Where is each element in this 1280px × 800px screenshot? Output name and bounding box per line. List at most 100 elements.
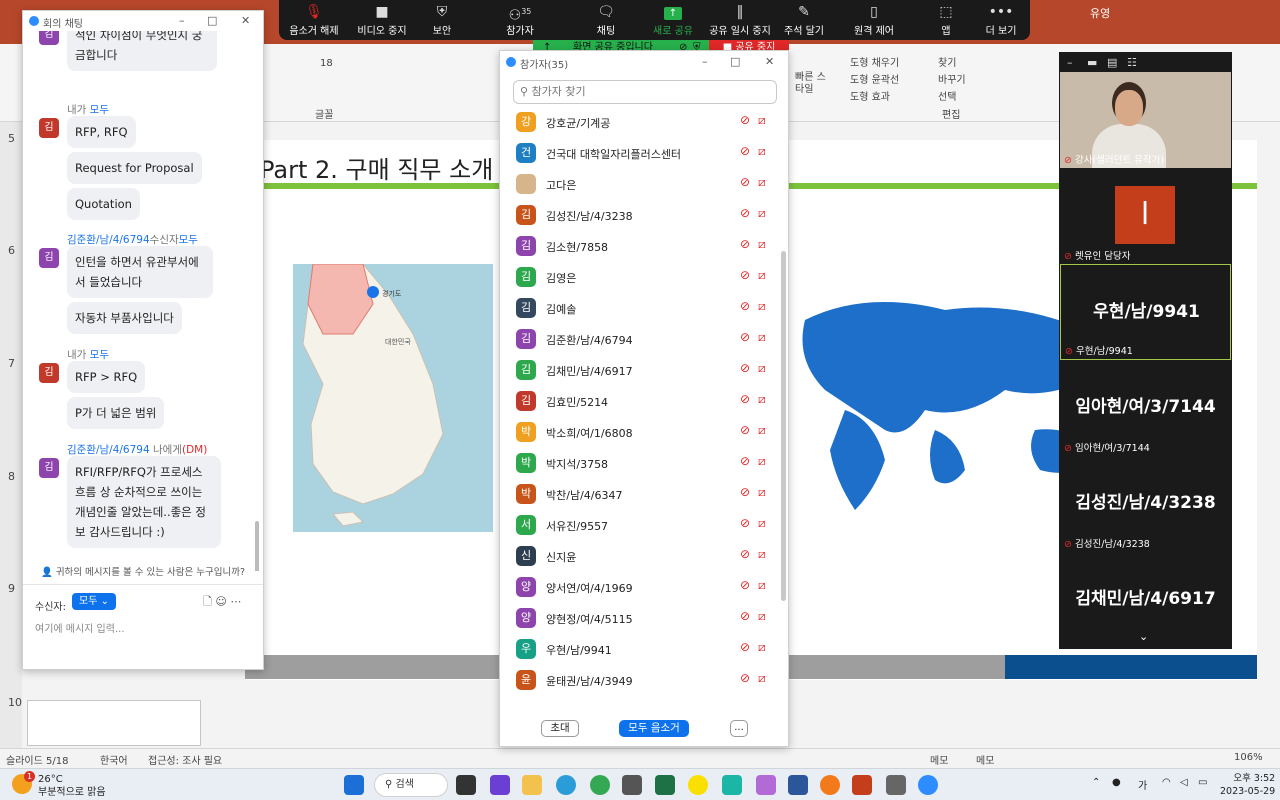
unmute-button[interactable]: 🎙 음소거 해제 [283, 0, 345, 40]
minimize-icon[interactable]: – [702, 55, 708, 68]
find-button[interactable]: 찾기 [938, 54, 956, 69]
minimize-icon[interactable]: – [179, 14, 185, 27]
battery-icon[interactable]: ▭ [1198, 777, 1207, 788]
accessibility-check[interactable]: 접근성: 조사 필요 [148, 752, 222, 767]
ime-indicator[interactable]: 가 [1138, 777, 1147, 792]
participant-row[interactable]: 박 박찬/남/4/6347 ⊘ ⧄ [500, 481, 780, 512]
teams-chat-icon[interactable] [490, 775, 510, 795]
camera-icon[interactable] [886, 775, 906, 795]
video-tile-name: ⊘ 우현/남/9941 [1065, 346, 1133, 357]
new-share-button[interactable]: ↑ 새로 공유 [645, 0, 701, 40]
task-view-icon[interactable] [456, 775, 476, 795]
video-tile-participant[interactable]: 임아현/여/3/7144 ⊘ 임아현/여/3/7144 [1060, 360, 1231, 456]
participant-row[interactable]: 윤 윤태권/남/4/3949 ⊘ ⧄ [500, 667, 780, 698]
zoom-icon[interactable] [918, 775, 938, 795]
participant-row[interactable]: 강 강호균/기계공 ⊘ ⧄ [500, 109, 780, 140]
participant-scrollbar[interactable] [781, 251, 786, 601]
shape-fill-button[interactable]: 도형 채우기 [850, 54, 899, 69]
more-icon[interactable]: ⋯ [230, 595, 241, 608]
music-app-icon[interactable] [722, 775, 742, 795]
gallery-view-icon[interactable]: ☷ [1127, 56, 1137, 69]
video-tile-participant[interactable]: 우현/남/9941 ⊘ 우현/남/9941 [1060, 264, 1231, 360]
strip-view-icon[interactable]: ▤ [1107, 56, 1117, 69]
kakaotalk-icon[interactable] [688, 775, 708, 795]
participants-button[interactable]: ⚇35 참가자 [495, 0, 545, 40]
maximize-icon[interactable]: □ [730, 55, 740, 68]
clock[interactable]: 오후 3:52 2023-05-29 [1220, 772, 1275, 798]
file-explorer-icon[interactable] [522, 775, 542, 795]
edge-icon[interactable] [556, 775, 576, 795]
taskbar-search[interactable]: ⚲ 검색 [374, 773, 448, 797]
app-icon[interactable]: ● [1112, 777, 1121, 788]
video-tile-participant[interactable]: 김성진/남/4/3238 ⊘ 김성진/남/4/3238 [1060, 456, 1231, 552]
annotate-button[interactable]: ✎ 주석 달기 [779, 0, 829, 40]
chevron-up-icon[interactable]: ⌃ [1092, 777, 1100, 788]
quick-style-button[interactable]: 빠른 스타일 [795, 72, 827, 96]
font-size-field[interactable]: 18 [320, 58, 333, 69]
participant-row[interactable]: 박 박소희/여/1/6808 ⊘ ⧄ [500, 419, 780, 450]
participant-row[interactable]: 우 우현/남/9941 ⊘ ⧄ [500, 636, 780, 667]
maximize-icon[interactable]: □ [207, 14, 217, 27]
language-indicator[interactable]: 한국어 [100, 752, 128, 767]
close-icon[interactable]: ✕ [765, 55, 774, 68]
security-button[interactable]: ⛨ 보안 [419, 0, 465, 40]
remote-control-button[interactable]: ▯ 원격 제어 [849, 0, 899, 40]
participant-row[interactable]: 김 김예솔 ⊘ ⧄ [500, 295, 780, 326]
video-tile-participant[interactable]: 김채민/남/4/6917 [1060, 552, 1231, 628]
close-icon[interactable]: ✕ [241, 14, 250, 27]
comments-button[interactable]: 메모 [976, 752, 994, 767]
pause-share-button[interactable]: ‖ 공유 일시 중지 [707, 0, 773, 40]
chevron-down-icon[interactable]: ⌄ [1139, 630, 1148, 643]
shape-outline-button[interactable]: 도형 윤곽선 [850, 71, 899, 86]
participant-search-input[interactable]: ⚲ 참가자 찾기 [513, 80, 777, 104]
participant-row[interactable]: 김 김준환/남/4/6794 ⊘ ⧄ [500, 326, 780, 357]
chrome-icon[interactable] [590, 775, 610, 795]
chat-bubble: 자동차 부품사입니다 [67, 302, 182, 334]
word-icon[interactable] [788, 775, 808, 795]
volume-icon[interactable]: ◁ [1180, 777, 1188, 788]
participant-row[interactable]: 김 김영은 ⊘ ⧄ [500, 264, 780, 295]
stop-video-button[interactable]: ■ 비디오 중지 [351, 0, 413, 40]
participant-row[interactable]: 신 신지윤 ⊘ ⧄ [500, 543, 780, 574]
wifi-icon[interactable]: ◠ [1162, 777, 1171, 788]
participant-row[interactable]: 서 서유진/9557 ⊘ ⧄ [500, 512, 780, 543]
slide-thumbnail-10[interactable] [27, 700, 201, 746]
file-icon[interactable]: 🗋 [203, 595, 212, 608]
shape-effect-button[interactable]: 도형 효과 [850, 88, 890, 103]
start-icon[interactable] [344, 775, 364, 795]
participant-row[interactable]: 양 양서연/여/4/1969 ⊘ ⧄ [500, 574, 780, 605]
participant-row[interactable]: 건 건국대 대학일자리플러스센터 ⊘ ⧄ [500, 140, 780, 171]
replace-button[interactable]: 바꾸기 [938, 71, 966, 86]
video-tile-instructor[interactable]: ⊘ 강사(샐러던트 유작가) [1060, 72, 1231, 168]
excel-icon[interactable] [655, 775, 675, 795]
participant-row[interactable]: 고다은 ⊘ ⧄ [500, 171, 780, 202]
snipping-tool-icon[interactable] [756, 775, 776, 795]
app-icon[interactable] [622, 775, 642, 795]
mute-all-button[interactable]: 모두 음소거 [619, 720, 689, 737]
notes-button[interactable]: 메모 [930, 752, 948, 767]
participant-row[interactable]: 김 김채민/남/4/6917 ⊘ ⧄ [500, 357, 780, 388]
recipient-dropdown[interactable]: 모두 ⌄ [72, 593, 116, 610]
chat-message-input[interactable]: 여기에 메시지 입력... [35, 620, 125, 635]
app-icon[interactable] [820, 775, 840, 795]
participant-row[interactable]: 김 김효민/5214 ⊘ ⧄ [500, 388, 780, 419]
participant-row[interactable]: 김 김성진/남/4/3238 ⊘ ⧄ [500, 202, 780, 233]
ppt-user-name[interactable]: 유영 [1090, 5, 1110, 21]
participant-row[interactable]: 양 양현정/여/4/5115 ⊘ ⧄ [500, 605, 780, 636]
minimize-panel-icon[interactable]: – [1067, 56, 1073, 69]
participants-more-button[interactable]: ... [730, 720, 748, 737]
powerpoint-icon[interactable] [852, 775, 872, 795]
single-view-icon[interactable]: ▬ [1087, 56, 1097, 69]
participant-row[interactable]: 김 김소현/7858 ⊘ ⧄ [500, 233, 780, 264]
avatar: 김 [516, 298, 536, 318]
invite-button[interactable]: 초대 [541, 720, 579, 737]
chat-privacy-link[interactable]: 👤 귀하의 메시지를 볼 수 있는 사람은 누구입니까? [23, 564, 263, 578]
apps-button[interactable]: ⬚ 앱 [931, 0, 961, 40]
select-button[interactable]: 선택 [938, 88, 956, 103]
video-tile-manager[interactable]: l ⊘ 렛유인 담당자 [1060, 168, 1231, 264]
emoji-icon[interactable]: ☺ [215, 595, 226, 608]
zoom-level[interactable]: 106% [1234, 752, 1263, 763]
participant-row[interactable]: 박 박지석/3758 ⊘ ⧄ [500, 450, 780, 481]
chat-button[interactable]: 🗨 채팅 [583, 0, 629, 40]
more-button[interactable]: ••• 더 보기 [979, 0, 1023, 40]
